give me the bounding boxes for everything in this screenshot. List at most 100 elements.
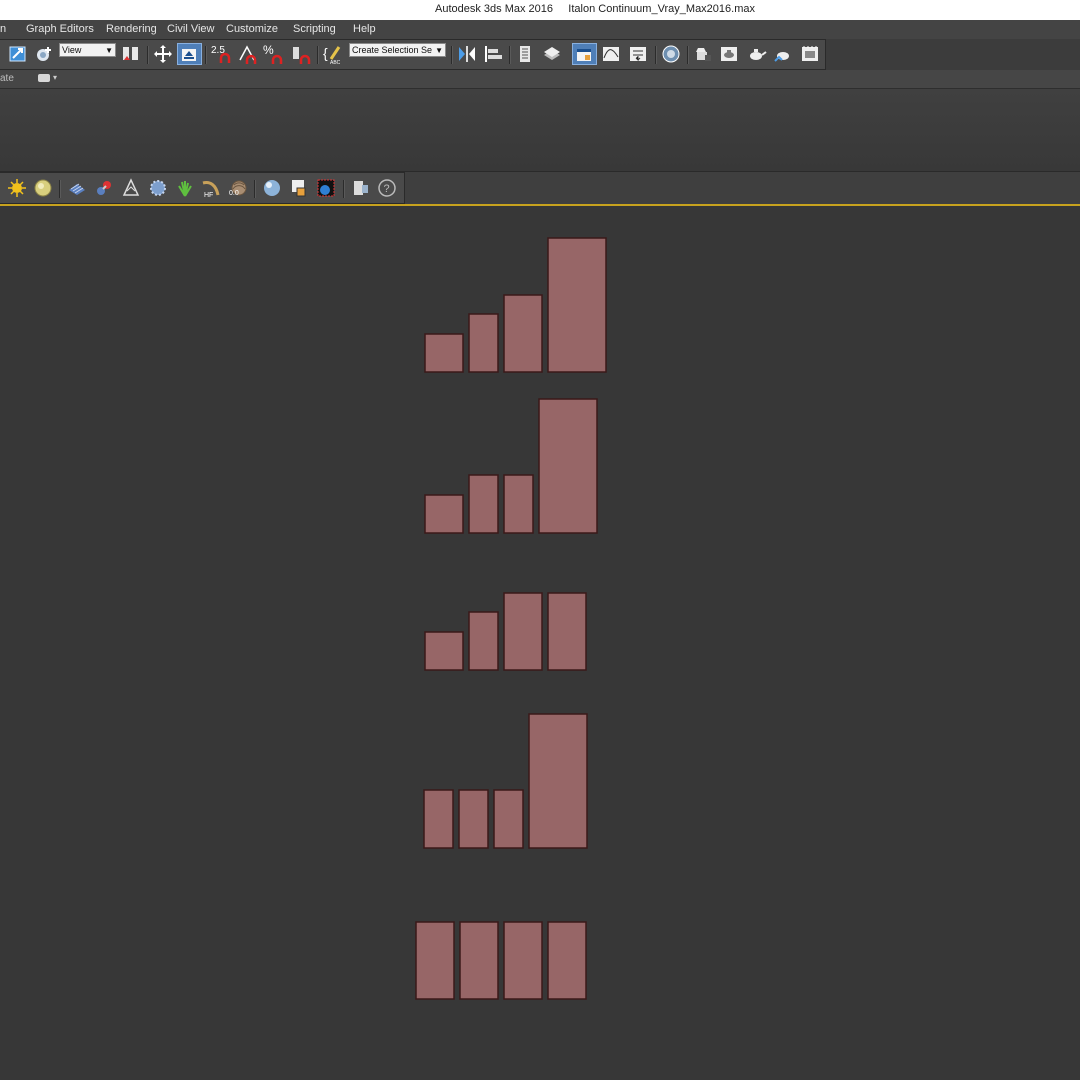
vray-plane-icon[interactable] <box>66 177 88 199</box>
vray-proxy-icon[interactable] <box>120 177 142 199</box>
menu-item-rendering[interactable]: Rendering <box>106 23 157 35</box>
menu-item-scripting[interactable]: Scripting <box>293 23 336 35</box>
vray-sphere-icon[interactable]: 0.0 <box>227 177 249 199</box>
tile-2[interactable] <box>468 474 499 534</box>
toolbar-separator <box>655 46 657 64</box>
mirror-use-pivot-icon[interactable] <box>120 43 142 65</box>
tile-4[interactable] <box>547 921 587 1000</box>
tile-group-5[interactable] <box>415 921 587 1000</box>
toolbar-separator <box>343 180 345 198</box>
tile-4[interactable] <box>547 592 587 671</box>
selection-set-dropdown[interactable]: Create Selection Se ▼ <box>349 43 446 57</box>
ribbon-tab-bar: ate ▾ <box>0 70 1080 89</box>
tile-1[interactable] <box>424 333 464 373</box>
tile-3[interactable] <box>503 592 543 671</box>
menu-item-graph-editors[interactable]: Graph Editors <box>26 23 94 35</box>
tile-1[interactable] <box>415 921 455 1000</box>
edit-named-sets-icon[interactable]: {ABC <box>322 43 344 65</box>
toolbar-separator <box>687 46 689 64</box>
tile-2[interactable] <box>468 313 499 373</box>
svg-text:{: { <box>323 45 328 61</box>
tile-group-3[interactable] <box>424 592 587 671</box>
vray-light-sphere-icon[interactable] <box>32 177 54 199</box>
align-icon[interactable] <box>482 43 504 65</box>
tile-3[interactable] <box>503 921 543 1000</box>
select-scale-icon[interactable] <box>7 43 29 65</box>
tile-2[interactable] <box>459 921 499 1000</box>
svg-text:0.0: 0.0 <box>229 190 239 197</box>
vray-frame-buffer-icon[interactable] <box>315 177 337 199</box>
vray-grass-icon[interactable] <box>174 177 196 199</box>
toggle-ribbon-icon[interactable] <box>572 43 597 65</box>
snap-2-5d-icon[interactable]: 2.5 <box>210 43 232 65</box>
toolbar-filler <box>826 39 1080 70</box>
tile-2[interactable] <box>458 789 489 849</box>
tile-group-1[interactable] <box>424 237 607 373</box>
rendered-frame-icon[interactable] <box>718 43 740 65</box>
tile-4[interactable] <box>547 237 607 373</box>
vray-hair-icon[interactable]: HF <box>200 177 222 199</box>
svg-text:?: ? <box>384 183 390 195</box>
viewport-scene <box>415 237 607 1000</box>
tile-3[interactable] <box>493 789 524 849</box>
tile-1[interactable] <box>423 789 454 849</box>
vray-sun-icon[interactable] <box>6 177 28 199</box>
viewport[interactable] <box>0 206 1080 1080</box>
chevron-down-icon[interactable]: ▾ <box>53 73 57 82</box>
place-icon[interactable] <box>177 43 202 65</box>
layer-manager-icon[interactable] <box>514 43 536 65</box>
tile-1[interactable] <box>424 494 464 534</box>
ribbon-toggle-icon[interactable] <box>38 74 50 82</box>
tile-3[interactable] <box>503 474 534 534</box>
schematic-view-icon[interactable] <box>627 43 649 65</box>
tile-4[interactable] <box>528 713 588 849</box>
render-environment-icon[interactable] <box>799 43 821 65</box>
ribbon-panel <box>0 89 1080 172</box>
ribbon-tab-label[interactable]: ate <box>0 73 14 84</box>
menu-item-animation[interactable]: n <box>0 23 6 35</box>
menu-bar: n Graph Editors Rendering Civil View Cus… <box>0 20 1080 39</box>
svg-text:ABC: ABC <box>330 60 341 65</box>
menu-item-civil-view[interactable]: Civil View <box>167 23 214 35</box>
window-title: Autodesk 3ds Max 2016 Italon Continuum_V… <box>435 3 755 15</box>
toolbar-separator <box>509 46 511 64</box>
vray-toggle-icon[interactable] <box>350 177 372 199</box>
tile-3[interactable] <box>503 294 543 373</box>
toolbar-separator <box>317 46 319 64</box>
tile-2[interactable] <box>468 611 499 671</box>
spinner-snap-icon[interactable] <box>290 43 312 65</box>
ref-coord-dropdown[interactable]: View ▼ <box>59 43 116 57</box>
tile-1[interactable] <box>424 631 464 671</box>
main-toolbar: View ▼ 2.5 % {ABC Create Selection Se ▼ <box>0 39 826 70</box>
render-teapot-icon[interactable] <box>745 43 767 65</box>
select-move-icon[interactable] <box>152 43 174 65</box>
toolbar-separator <box>451 46 453 64</box>
toolbar-separator <box>205 46 207 64</box>
svg-text:HF: HF <box>204 192 213 199</box>
render-iterative-icon[interactable] <box>772 43 794 65</box>
vray-toolbar: HF 0.0 ? <box>0 172 405 204</box>
curve-editor-icon[interactable] <box>600 43 622 65</box>
menu-item-help[interactable]: Help <box>353 23 376 35</box>
chevron-down-icon: ▼ <box>435 46 443 55</box>
select-object-icon[interactable] <box>34 43 56 65</box>
ref-coord-value: View <box>62 45 82 55</box>
vray-fur-icon[interactable] <box>93 177 115 199</box>
render-setup-icon[interactable] <box>692 43 714 65</box>
percent-snap-icon[interactable]: % <box>262 43 284 65</box>
vray-render-region-icon[interactable] <box>288 177 310 199</box>
vray-displacement-icon[interactable] <box>147 177 169 199</box>
menu-item-customize[interactable]: Customize <box>226 23 278 35</box>
toolbar-filler <box>405 172 1080 204</box>
tile-group-2[interactable] <box>424 398 598 534</box>
selection-set-value: Create Selection Se <box>352 45 433 55</box>
scene-explorer-icon[interactable] <box>541 43 563 65</box>
title-bar: Autodesk 3ds Max 2016 Italon Continuum_V… <box>0 0 1080 21</box>
help-icon[interactable]: ? <box>376 177 398 199</box>
angle-snap-icon[interactable] <box>237 43 259 65</box>
vray-material-icon[interactable] <box>261 177 283 199</box>
material-editor-icon[interactable] <box>660 43 682 65</box>
mirror-icon[interactable] <box>456 43 478 65</box>
tile-4[interactable] <box>538 398 598 534</box>
tile-group-4[interactable] <box>423 713 588 849</box>
